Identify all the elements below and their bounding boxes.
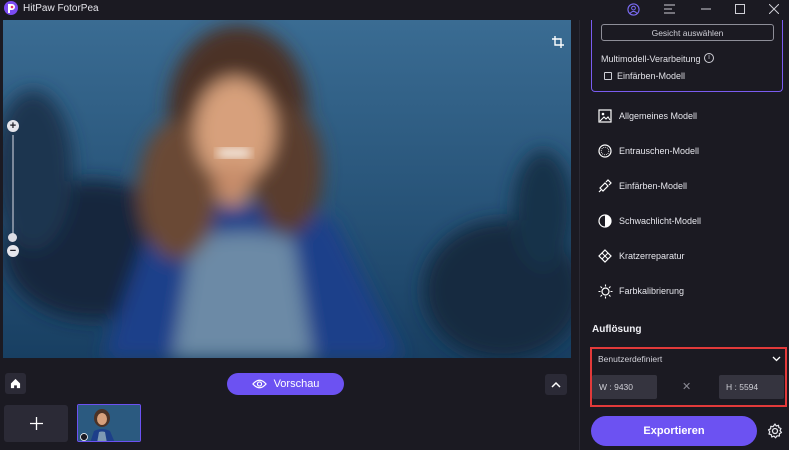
crop-button[interactable] <box>549 33 567 51</box>
user-icon <box>626 2 640 16</box>
preview-button[interactable]: Vorschau <box>227 373 344 395</box>
home-icon <box>10 378 21 389</box>
colorize-checkbox-label: Einfärben-Modell <box>617 71 686 81</box>
preview-label: Vorschau <box>273 378 320 390</box>
close-icon <box>769 4 779 14</box>
app-window: HitPaw FotorPea + − Vorschau Gesicht aus… <box>0 0 789 450</box>
eye-icon <box>251 379 267 389</box>
multi-model-label: Multimodell-Verarbeitung <box>601 54 701 64</box>
chevron-up-icon <box>551 381 561 388</box>
zoom-slider-track[interactable] <box>12 135 14 241</box>
info-icon[interactable]: i <box>704 53 714 63</box>
dimension-separator: ✕ <box>682 381 692 393</box>
app-logo-icon <box>4 1 18 15</box>
image-thumbnail[interactable] <box>77 404 141 442</box>
model-label: Entrauschen-Modell <box>619 146 700 156</box>
collapse-button[interactable] <box>545 374 567 395</box>
image-icon <box>597 108 613 124</box>
export-button[interactable]: Exportieren <box>591 416 757 446</box>
height-field[interactable]: H : 5594 <box>719 375 784 399</box>
model-label: Allgemeines Modell <box>619 111 698 121</box>
maximize-button[interactable] <box>728 0 752 18</box>
settings-panel: Gesicht auswählen Multimodell-Verarbeitu… <box>579 20 789 450</box>
resolution-preset-value: Benutzerdefiniert <box>598 354 663 364</box>
chevron-down-icon <box>772 356 781 362</box>
app-title: HitPaw FotorPea <box>23 3 99 14</box>
minimize-icon <box>701 8 711 10</box>
select-face-button[interactable]: Gesicht auswählen <box>601 24 774 41</box>
model-item-color-calibration[interactable]: Farbkalibrierung <box>597 282 684 300</box>
model-item-lowlight[interactable]: Schwachlicht-Modell <box>597 212 701 230</box>
denoise-icon <box>597 143 613 159</box>
account-button[interactable] <box>621 0 645 18</box>
maximize-icon <box>735 4 745 14</box>
model-item-denoise[interactable]: Entrauschen-Modell <box>597 142 699 160</box>
model-label: Schwachlicht-Modell <box>619 216 702 226</box>
resolution-preset-dropdown[interactable]: Benutzerdefiniert <box>598 352 781 366</box>
zoom-slider-handle[interactable] <box>8 233 17 242</box>
color-calibration-icon <box>597 283 613 299</box>
multi-model-box: Gesicht auswählen Multimodell-Verarbeitu… <box>591 20 783 92</box>
crop-icon <box>552 36 564 48</box>
resolution-box: Benutzerdefiniert W : 9430 ✕ H : 5594 <box>590 347 787 407</box>
model-label: Einfärben-Modell <box>619 181 688 191</box>
image-canvas[interactable]: + − <box>3 20 571 358</box>
close-button[interactable] <box>762 0 786 18</box>
title-bar: HitPaw FotorPea <box>0 0 789 18</box>
colorize-icon <box>597 178 613 194</box>
model-label: Kratzerreparatur <box>619 251 685 261</box>
hamburger-icon <box>663 4 675 14</box>
settings-button[interactable] <box>766 422 784 440</box>
model-item-colorize[interactable]: Einfärben-Modell <box>597 177 687 195</box>
scratch-repair-icon <box>597 248 613 264</box>
zoom-out-button[interactable]: − <box>7 245 19 257</box>
preview-image <box>3 20 571 358</box>
plus-icon <box>29 417 43 430</box>
add-image-button[interactable] <box>4 405 68 442</box>
gear-icon <box>767 423 783 439</box>
zoom-in-button[interactable]: + <box>7 120 19 132</box>
minimize-button[interactable] <box>694 0 718 18</box>
width-field[interactable]: W : 9430 <box>592 375 657 399</box>
model-item-general[interactable]: Allgemeines Modell <box>597 107 697 125</box>
resolution-title: Auflösung <box>592 324 642 335</box>
menu-button[interactable] <box>657 0 681 18</box>
colorize-checkbox[interactable] <box>604 72 612 80</box>
model-item-scratch-repair[interactable]: Kratzerreparatur <box>597 247 685 265</box>
lowlight-icon <box>597 213 613 229</box>
home-button[interactable] <box>5 373 26 394</box>
thumbnail-image <box>78 405 140 441</box>
model-label: Farbkalibrierung <box>619 286 685 296</box>
